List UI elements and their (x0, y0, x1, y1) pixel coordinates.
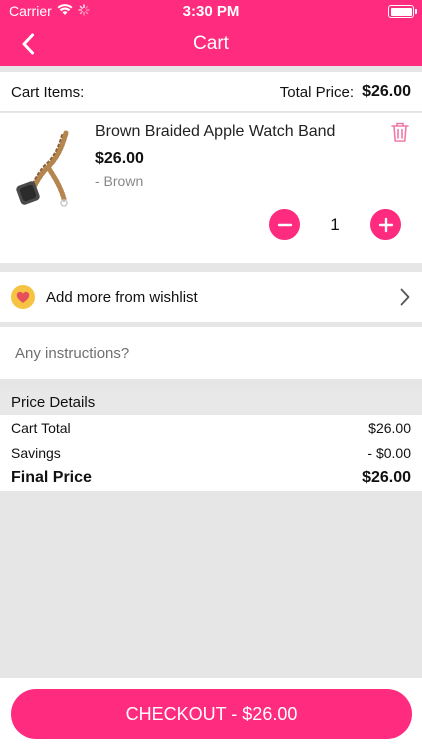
instructions-section (0, 327, 422, 379)
cart-total-label: Cart Total (11, 420, 71, 436)
add-from-wishlist-row[interactable]: Add more from wishlist (0, 272, 422, 322)
battery-icon (388, 5, 417, 18)
product-name[interactable]: Brown Braided Apple Watch Band (95, 123, 335, 141)
final-price-value: $26.00 (362, 469, 411, 486)
cart-item: Brown Braided Apple Watch Band $26.00 - … (0, 113, 422, 263)
cart-total-value: $26.00 (368, 420, 411, 436)
total-price-label: Total Price: (279, 84, 354, 101)
savings-value: - $0.00 (367, 445, 411, 461)
minus-icon (277, 223, 292, 226)
decrease-quantity-button[interactable] (269, 209, 300, 240)
chevron-right-icon (400, 288, 410, 311)
savings-label: Savings (11, 445, 61, 461)
final-price-row: Final Price $26.00 (11, 469, 411, 487)
product-variant: - Brown (95, 173, 144, 189)
cart-summary-header: Cart Items: Total Price: $26.00 (0, 72, 422, 112)
checkout-button[interactable]: CHECKOUT - $26.00 (11, 689, 412, 739)
status-time: 3:30 PM (182, 3, 240, 20)
delete-item-button[interactable] (390, 121, 410, 143)
page-title: Cart (193, 33, 229, 54)
price-details-title: Price Details (11, 394, 96, 411)
product-image[interactable] (14, 127, 78, 211)
cart-total-row: Cart Total $26.00 (11, 420, 411, 436)
price-details-header: Price Details (0, 389, 422, 415)
heart-icon (11, 285, 35, 309)
increase-quantity-button[interactable] (370, 209, 401, 240)
price-details: Cart Total $26.00 Savings - $0.00 Final … (0, 415, 422, 491)
cart-items-label: Cart Items: (11, 84, 85, 101)
status-bar: Carrier 3:30 PM (0, 0, 422, 22)
total-price-value: $26.00 (362, 83, 411, 100)
nav-bar: Cart (0, 22, 422, 66)
instructions-input[interactable] (8, 337, 414, 369)
quantity-value: 1 (330, 215, 340, 234)
product-price: $26.00 (95, 150, 144, 167)
checkout-bar: CHECKOUT - $26.00 (0, 678, 422, 750)
savings-row: Savings - $0.00 (11, 445, 411, 461)
plus-icon (378, 217, 393, 232)
wishlist-label: Add more from wishlist (46, 289, 198, 306)
final-price-label: Final Price (11, 469, 92, 486)
trash-icon (391, 122, 409, 142)
